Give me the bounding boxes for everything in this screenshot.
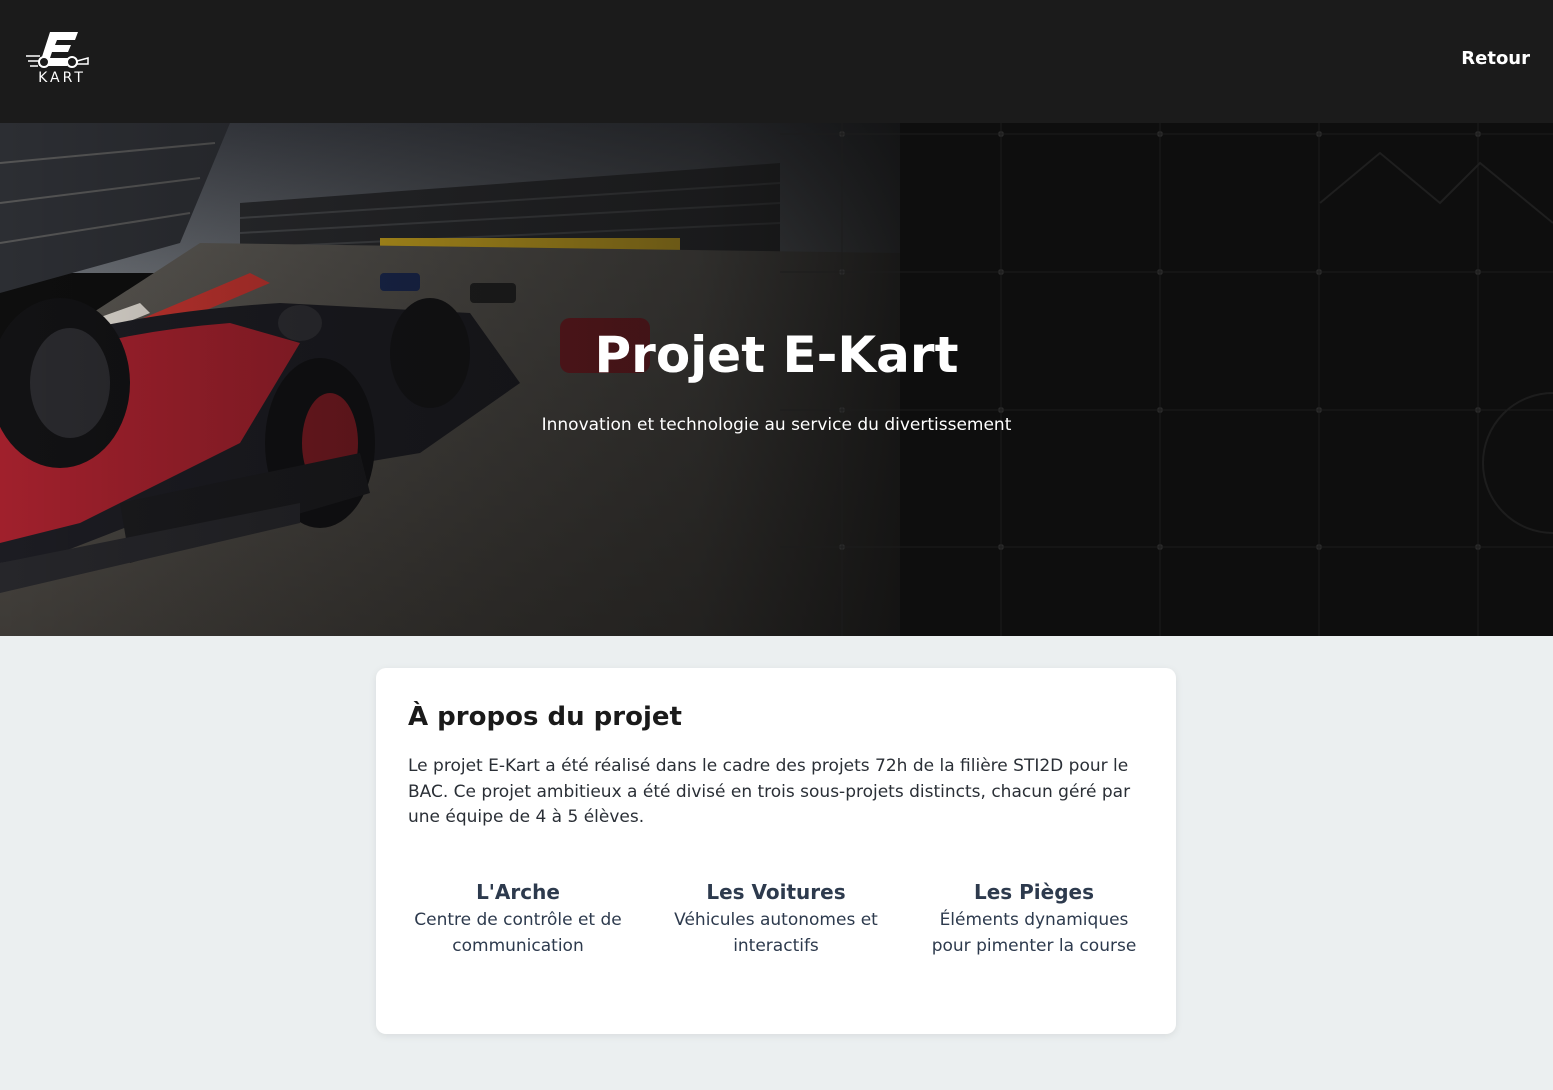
subproject-title: Les Pièges xyxy=(973,880,1095,904)
hero-title: Projet E-Kart xyxy=(594,326,959,384)
kart-logo-icon xyxy=(26,32,89,68)
subproject-title: L'Arche xyxy=(476,880,560,904)
about-description: Le projet E-Kart a été réalisé dans le c… xyxy=(408,756,1131,827)
subproject-description: Éléments dynamiques pour pimenter la cou… xyxy=(931,910,1137,956)
subproject-arche: L'Arche Centre de contrôle et de communi… xyxy=(408,880,628,959)
site-header: KART Retour xyxy=(0,0,1553,123)
ekart-logo[interactable]: KART xyxy=(24,28,92,88)
subproject-voitures: Les Voitures Véhicules autonomes et inte… xyxy=(666,880,886,959)
hero-subtitle: Innovation et technologie au service du … xyxy=(541,415,1012,435)
back-button[interactable]: Retour xyxy=(1461,48,1530,69)
about-card: À propos du projet Le projet E-Kart a ét… xyxy=(376,668,1176,1034)
hero-banner: Projet E-Kart Innovation et technologie … xyxy=(0,123,1553,636)
subproject-title: Les Voitures xyxy=(706,880,846,904)
subproject-list: L'Arche Centre de contrôle et de communi… xyxy=(408,880,1144,959)
subproject-pieges: Les Pièges Éléments dynamiques pour pime… xyxy=(924,880,1144,959)
subproject-description: Véhicules autonomes et interactifs xyxy=(674,910,878,956)
logo-text: KART xyxy=(38,70,86,86)
about-title: À propos du projet xyxy=(408,702,682,732)
subproject-description: Centre de contrôle et de communication xyxy=(414,910,622,956)
